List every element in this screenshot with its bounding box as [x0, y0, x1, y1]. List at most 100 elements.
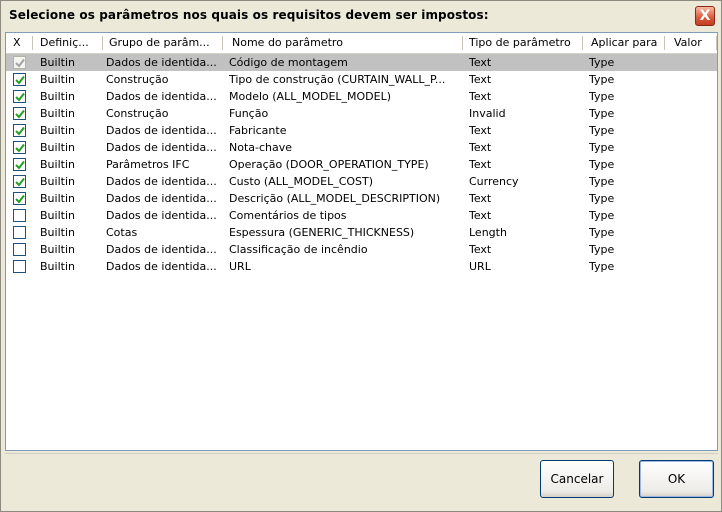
cell-type: URL [469, 260, 491, 273]
cell-type: Text [469, 141, 492, 154]
close-icon[interactable]: X [695, 6, 715, 26]
column-header-group[interactable]: Grupo de parâm... [109, 33, 210, 53]
cell-definition: Builtin [40, 209, 75, 222]
ok-button[interactable]: OK [639, 460, 714, 498]
checkmark-icon [15, 58, 25, 68]
row-checkbox[interactable] [13, 141, 26, 154]
column-divider[interactable] [222, 36, 223, 50]
checkmark-icon [15, 126, 25, 136]
row-checkbox[interactable] [13, 192, 26, 205]
row-checkbox[interactable] [13, 175, 26, 188]
column-header-apply[interactable]: Aplicar para [591, 33, 657, 53]
cell-apply: Type [589, 260, 615, 273]
cell-value [672, 105, 717, 122]
column-divider[interactable] [716, 36, 717, 50]
checkmark-icon [15, 177, 25, 187]
table-row[interactable]: Builtin Dados de identida... Modelo (ALL_M… [6, 88, 717, 105]
cell-definition: Builtin [40, 243, 75, 256]
row-checkbox[interactable] [13, 107, 26, 120]
cell-group: Dados de identida... [106, 243, 217, 256]
row-checkbox[interactable] [13, 158, 26, 171]
cell-type: Text [469, 243, 492, 256]
table-row[interactable]: Builtin Dados de identida... Classificação… [6, 241, 717, 258]
cell-type: Text [469, 158, 492, 171]
table-row[interactable]: Builtin Dados de identida... Custo (ALL_MO… [6, 173, 717, 190]
column-divider[interactable] [102, 36, 103, 50]
cell-type: Text [469, 73, 492, 86]
column-divider[interactable] [582, 36, 583, 50]
cell-type: Text [469, 56, 492, 69]
row-checkbox[interactable] [13, 260, 26, 273]
cell-group: Parâmetros IFC [106, 158, 190, 171]
column-header-checked[interactable]: X [13, 33, 21, 53]
checkmark-icon [15, 109, 25, 119]
checkmark-icon [15, 75, 25, 85]
row-checkbox[interactable] [13, 124, 26, 137]
cell-value [672, 190, 717, 207]
cell-type: Length [469, 226, 507, 239]
cell-group: Dados de identida... [106, 90, 217, 103]
table-row[interactable]: Builtin Dados de identida... Comentários d… [6, 207, 717, 224]
cell-group: Dados de identida... [106, 192, 217, 205]
table-row[interactable]: Builtin Construção Tipo de construção (CUR… [6, 71, 717, 88]
cell-name: Operação (DOOR_OPERATION_TYPE) [229, 158, 429, 171]
column-header-type[interactable]: Tipo de parâmetro [469, 33, 571, 53]
column-divider[interactable] [462, 36, 463, 50]
cell-apply: Type [589, 73, 615, 86]
cell-value [672, 122, 717, 139]
cell-definition: Builtin [40, 158, 75, 171]
column-header-name[interactable]: Nome do parâmetro [232, 33, 343, 53]
cell-group: Dados de identida... [106, 209, 217, 222]
checkmark-icon [15, 143, 25, 153]
cell-apply: Type [589, 56, 615, 69]
row-checkbox[interactable] [13, 209, 26, 222]
column-divider[interactable] [664, 36, 665, 50]
column-header-value[interactable]: Valor [674, 33, 702, 53]
cancel-button[interactable]: Cancelar [540, 460, 614, 498]
cell-type: Text [469, 209, 492, 222]
column-header-definition[interactable]: Definiç... [40, 33, 89, 53]
cell-name: Descrição (ALL_MODEL_DESCRIPTION) [229, 192, 441, 205]
table-row[interactable]: Builtin Construção Função Invalid Type [6, 105, 717, 122]
table-row[interactable]: Builtin Cotas Espessura (GENERIC_THICKNESS… [6, 224, 717, 241]
cell-apply: Type [589, 141, 615, 154]
cell-name: Tipo de construção (CURTAIN_WALL_P... [229, 73, 446, 86]
cell-definition: Builtin [40, 226, 75, 239]
cell-value [672, 71, 717, 88]
cell-definition: Builtin [40, 192, 75, 205]
cell-group: Dados de identida... [106, 260, 217, 273]
cell-group: Dados de identida... [106, 56, 217, 69]
cell-value [672, 207, 717, 224]
cell-group: Construção [106, 73, 169, 86]
cell-name: Custo (ALL_MODEL_COST) [229, 175, 374, 188]
table-row[interactable]: Builtin Dados de identida... URL URL Type [6, 258, 717, 275]
cell-name: Código de montagem [229, 56, 348, 69]
checkmark-icon [15, 160, 25, 170]
cell-type: Text [469, 90, 492, 103]
table-row[interactable]: Builtin Dados de identida... Fabricante Tex… [6, 122, 717, 139]
column-divider[interactable] [32, 36, 33, 50]
cell-name: Fabricante [229, 124, 287, 137]
row-checkbox[interactable] [13, 56, 26, 69]
table-row[interactable]: Builtin Dados de identida... Nota-chave Tex… [6, 139, 717, 156]
cell-group: Construção [106, 107, 169, 120]
cell-definition: Builtin [40, 124, 75, 137]
cell-apply: Type [589, 209, 615, 222]
cell-type: Text [469, 192, 492, 205]
row-checkbox[interactable] [13, 90, 26, 103]
cell-type: Text [469, 124, 492, 137]
table-row[interactable]: Builtin Dados de identida... Código de mon… [6, 54, 717, 71]
cell-definition: Builtin [40, 56, 75, 69]
cell-type: Currency [469, 175, 519, 188]
row-checkbox[interactable] [13, 73, 26, 86]
cell-value [672, 258, 717, 275]
cell-definition: Builtin [40, 90, 75, 103]
cell-apply: Type [589, 226, 615, 239]
row-checkbox[interactable] [13, 243, 26, 256]
cell-apply: Type [589, 107, 615, 120]
cell-apply: Type [589, 175, 615, 188]
table-row[interactable]: Builtin Dados de identida... Descrição (AL… [6, 190, 717, 207]
row-checkbox[interactable] [13, 226, 26, 239]
table-row[interactable]: Builtin Parâmetros IFC Operação (DOOR_OPER… [6, 156, 717, 173]
parameters-list[interactable]: X Definiç... Grupo de parâm... Nome do parâ… [5, 32, 718, 451]
